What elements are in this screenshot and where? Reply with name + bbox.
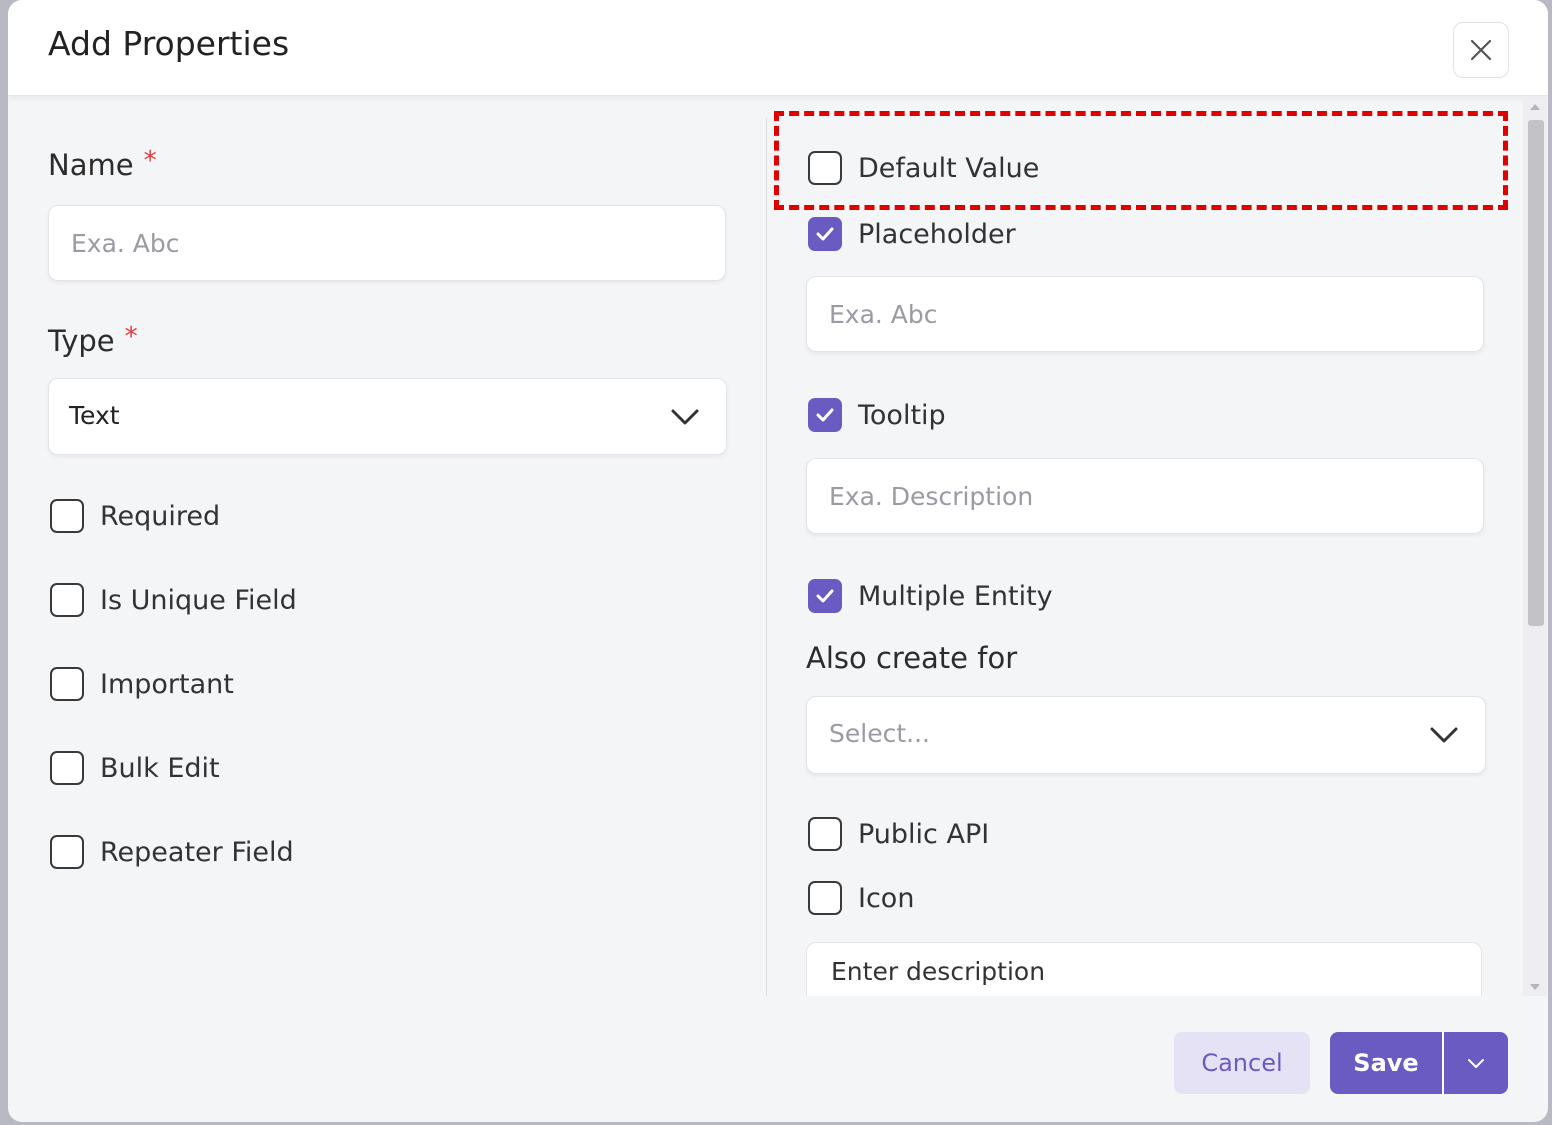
save-button[interactable]: Save bbox=[1330, 1032, 1442, 1094]
icon-checkbox-row[interactable]: Icon bbox=[808, 881, 914, 915]
also-create-for-placeholder: Select... bbox=[829, 719, 930, 748]
placeholder-checkbox-row[interactable]: Placeholder bbox=[808, 217, 1016, 251]
also-create-for-label: Also create for bbox=[806, 641, 1018, 675]
chevron-down-icon bbox=[1468, 1059, 1484, 1068]
cancel-button[interactable]: Cancel bbox=[1174, 1032, 1310, 1094]
scroll-up-arrow-icon[interactable] bbox=[1530, 104, 1540, 110]
check-icon bbox=[816, 589, 834, 603]
column-divider bbox=[766, 118, 767, 996]
bulk-edit-checkbox-row[interactable]: Bulk Edit bbox=[50, 751, 220, 785]
tooltip-field-container bbox=[806, 458, 1484, 534]
name-label-text: Name bbox=[48, 148, 134, 182]
bulk-edit-checkbox[interactable] bbox=[50, 751, 84, 785]
required-star: * bbox=[143, 146, 157, 176]
name-input[interactable] bbox=[49, 206, 725, 280]
placeholder-checkbox[interactable] bbox=[808, 217, 842, 251]
scrollbar[interactable] bbox=[1523, 98, 1547, 996]
name-label: Name * bbox=[48, 146, 157, 182]
tooltip-checkbox[interactable] bbox=[808, 398, 842, 432]
public-api-label: Public API bbox=[858, 818, 990, 850]
icon-label: Icon bbox=[858, 882, 915, 914]
chevron-down-icon bbox=[671, 409, 699, 425]
required-label: Required bbox=[100, 500, 221, 532]
tooltip-input[interactable] bbox=[807, 459, 1483, 533]
add-properties-dialog: Add Properties Name * Type * Text Required… bbox=[8, 0, 1548, 1122]
close-button[interactable] bbox=[1453, 22, 1509, 78]
multiple-entity-checkbox[interactable] bbox=[808, 579, 842, 613]
check-icon bbox=[816, 408, 834, 422]
multiple-entity-label: Multiple Entity bbox=[858, 580, 1053, 612]
type-select-value: Text bbox=[69, 401, 120, 430]
close-icon bbox=[1470, 39, 1492, 61]
public-api-checkbox-row[interactable]: Public API bbox=[808, 817, 989, 851]
also-create-for-select[interactable]: Select... bbox=[806, 696, 1486, 774]
important-label: Important bbox=[100, 668, 234, 700]
bulk-edit-label: Bulk Edit bbox=[100, 752, 220, 784]
required-checkbox-row[interactable]: Required bbox=[50, 499, 220, 533]
public-api-checkbox[interactable] bbox=[808, 817, 842, 851]
description-text: Enter description bbox=[831, 957, 1046, 986]
placeholder-field-container bbox=[806, 276, 1484, 352]
multiple-entity-checkbox-row[interactable]: Multiple Entity bbox=[808, 579, 1053, 613]
scroll-down-arrow-icon[interactable] bbox=[1530, 984, 1540, 990]
is-unique-field-label: Is Unique Field bbox=[100, 584, 297, 616]
important-checkbox[interactable] bbox=[50, 667, 84, 701]
type-label-text: Type bbox=[48, 324, 115, 358]
placeholder-label: Placeholder bbox=[858, 218, 1016, 250]
is-unique-field-checkbox-row[interactable]: Is Unique Field bbox=[50, 583, 297, 617]
tooltip-checkbox-row[interactable]: Tooltip bbox=[808, 398, 946, 432]
important-checkbox-row[interactable]: Important bbox=[50, 667, 234, 701]
check-icon bbox=[816, 227, 834, 241]
is-unique-field-checkbox[interactable] bbox=[50, 583, 84, 617]
icon-checkbox[interactable] bbox=[808, 881, 842, 915]
chevron-down-icon bbox=[1430, 727, 1458, 743]
highlight-box bbox=[774, 111, 1508, 210]
type-label: Type * bbox=[48, 322, 138, 358]
repeater-field-checkbox[interactable] bbox=[50, 835, 84, 869]
name-field-container bbox=[48, 205, 726, 281]
dialog-header: Add Properties bbox=[8, 0, 1548, 96]
required-star: * bbox=[124, 322, 138, 352]
scrollbar-thumb[interactable] bbox=[1528, 120, 1544, 626]
required-checkbox[interactable] bbox=[50, 499, 84, 533]
type-select[interactable]: Text bbox=[48, 378, 727, 455]
repeater-field-label: Repeater Field bbox=[100, 836, 294, 868]
dialog-title: Add Properties bbox=[48, 24, 290, 63]
tooltip-label: Tooltip bbox=[858, 399, 946, 431]
repeater-field-checkbox-row[interactable]: Repeater Field bbox=[50, 835, 294, 869]
placeholder-input[interactable] bbox=[807, 277, 1483, 351]
description-field[interactable]: Enter description bbox=[806, 942, 1482, 996]
save-options-button[interactable] bbox=[1444, 1032, 1508, 1094]
